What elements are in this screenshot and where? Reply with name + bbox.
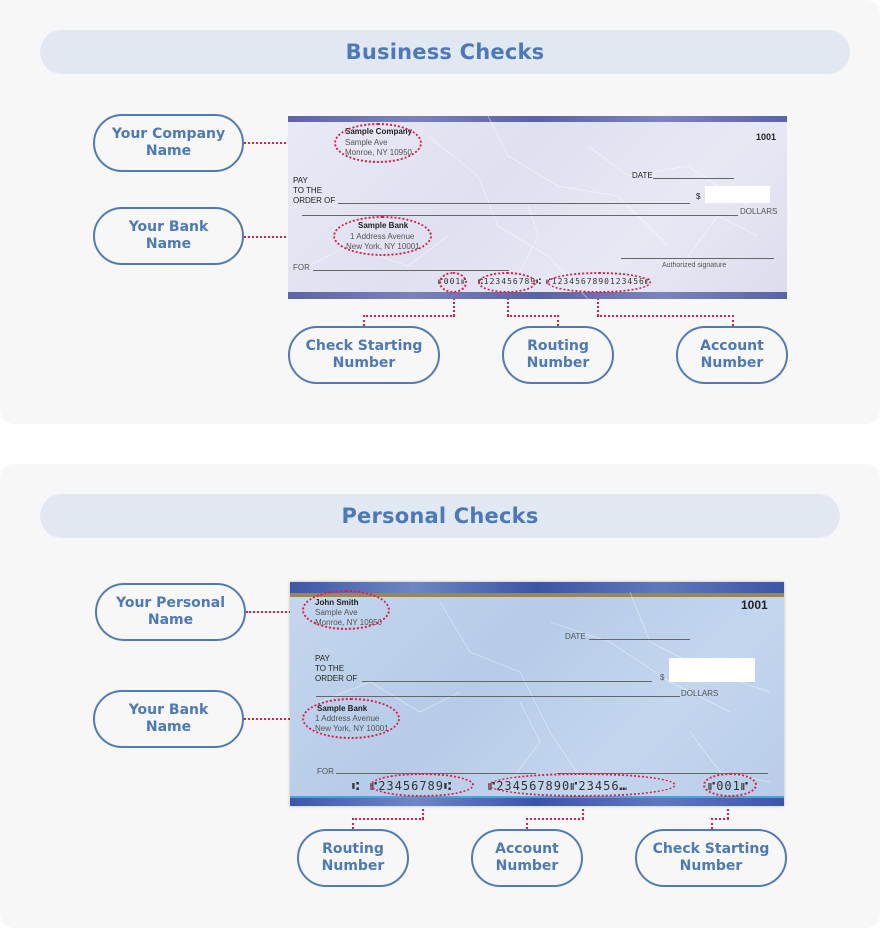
- pay-label: PAY: [315, 654, 330, 663]
- payee-line: [338, 203, 690, 204]
- highlight-bank: [302, 698, 400, 739]
- check-bottom-band: [290, 796, 784, 806]
- for-label: FOR: [317, 767, 334, 776]
- label-your-bank-name: Your Bank Name: [93, 207, 244, 265]
- label-line: Your Personal: [115, 595, 226, 611]
- connector-check-number: [363, 315, 365, 326]
- pay-label: PAY: [293, 176, 308, 185]
- label-line: Name: [145, 719, 192, 735]
- dollars-line: [316, 696, 680, 697]
- signature-line: [621, 258, 774, 259]
- label-line: Name: [145, 143, 192, 159]
- amount-box: [705, 186, 770, 203]
- label-your-company-name: Your Company Name: [93, 114, 244, 172]
- highlight-account: [488, 773, 676, 797]
- highlight-company: [334, 123, 422, 163]
- amount-box: [669, 658, 755, 682]
- connector-check-number: [711, 818, 729, 820]
- highlight-routing: [478, 272, 536, 293]
- label-line: Number: [321, 858, 385, 874]
- label-routing-number: Routing Number: [502, 326, 614, 384]
- label-routing-number: Routing Number: [297, 829, 409, 887]
- personal-checks-title: Personal Checks: [40, 494, 840, 538]
- label-line: Number: [679, 858, 743, 874]
- connector-account: [732, 315, 734, 326]
- label-check-starting-number: Check Starting Number: [635, 829, 787, 887]
- label-your-bank-name: Your Bank Name: [93, 690, 244, 748]
- label-line: Routing: [322, 841, 384, 857]
- highlight-bank: [333, 216, 432, 256]
- for-label: FOR: [293, 263, 310, 272]
- label-line: Number: [495, 858, 559, 874]
- label-line: Name: [147, 612, 194, 628]
- check-top-band: [288, 116, 787, 122]
- memo-line: [313, 270, 509, 271]
- highlight-routing: [370, 773, 474, 797]
- connector-routing: [507, 315, 559, 317]
- label-line: Routing: [527, 338, 589, 354]
- dollar-sign: $: [660, 673, 665, 682]
- label-line: Number: [700, 355, 764, 371]
- dollar-sign: $: [696, 192, 701, 201]
- signature-label: Authorized signature: [662, 262, 727, 269]
- label-account-number: Account Number: [676, 326, 788, 384]
- highlight-check-number: [703, 773, 757, 797]
- dollars-label: DOLLARS: [681, 689, 719, 698]
- connector-routing: [352, 818, 424, 820]
- business-checks-title: Business Checks: [40, 30, 850, 74]
- label-line: Your Company: [111, 126, 226, 142]
- label-account-number: Account Number: [471, 829, 583, 887]
- label-line: Account: [495, 841, 559, 857]
- label-line: Check Starting: [305, 338, 423, 354]
- label-check-starting-number: Check Starting Number: [288, 326, 440, 384]
- connector-account: [526, 818, 528, 829]
- highlight-check-number: [439, 272, 467, 293]
- check-number: 1001: [756, 132, 777, 142]
- date-line: [589, 639, 690, 640]
- label-your-personal-name: Your Personal Name: [95, 583, 246, 641]
- pay-label: ORDER OF: [315, 674, 358, 683]
- connector-routing: [422, 804, 424, 819]
- label-line: Number: [526, 355, 590, 371]
- connector-check-number: [727, 804, 729, 819]
- label-line: Account: [700, 338, 764, 354]
- highlight-account: [547, 272, 651, 293]
- label-line: Check Starting: [652, 841, 770, 857]
- pay-label: TO THE: [293, 186, 323, 195]
- connector-account: [526, 818, 584, 820]
- date-label: DATE: [565, 632, 586, 641]
- label-line: Your Bank: [128, 702, 209, 718]
- payee-line: [362, 681, 652, 682]
- label-line: Number: [332, 355, 396, 371]
- connector-account: [597, 315, 734, 317]
- date-label: DATE: [632, 171, 653, 180]
- pay-label: ORDER OF: [293, 196, 336, 205]
- connector-check-number: [363, 315, 455, 317]
- label-line: Name: [145, 236, 192, 252]
- micr-transit-symbol: ⑆: [352, 779, 361, 793]
- pay-label: TO THE: [315, 664, 345, 673]
- connector-routing: [557, 315, 559, 326]
- dollars-label: DOLLARS: [740, 207, 778, 216]
- label-line: Your Bank: [128, 219, 209, 235]
- connector-account: [582, 804, 584, 819]
- date-line: [653, 178, 734, 179]
- highlight-personal-name: [302, 590, 390, 630]
- check-number: 1001: [741, 598, 768, 612]
- connector-check-number: [711, 818, 713, 829]
- connector-routing: [352, 818, 354, 829]
- check-bottom-band: [288, 292, 787, 299]
